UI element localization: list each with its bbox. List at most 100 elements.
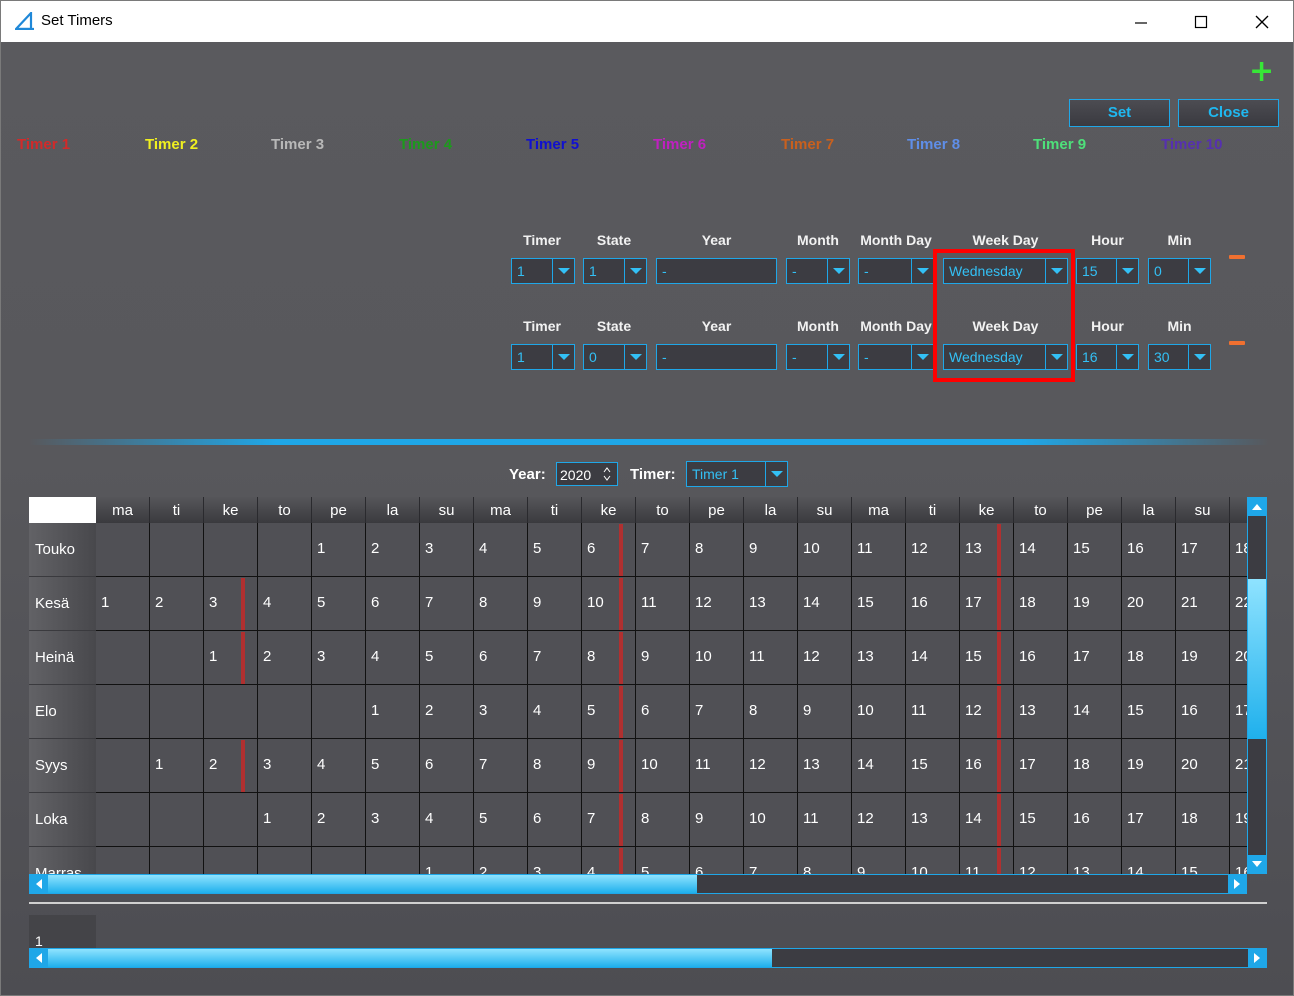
vertical-scroll-thumb[interactable] bbox=[1248, 579, 1266, 739]
horizontal-scroll-thumb[interactable] bbox=[48, 949, 772, 967]
calendar-day-cell[interactable]: 11 bbox=[690, 739, 744, 793]
calendar-day-cell[interactable]: 7 bbox=[528, 631, 582, 685]
calendar-day-cell[interactable]: 9 bbox=[798, 685, 852, 739]
calendar-day-cell[interactable]: 4 bbox=[420, 793, 474, 847]
calendar-day-cell[interactable]: 11 bbox=[798, 793, 852, 847]
calendar-day-cell[interactable] bbox=[312, 685, 366, 739]
calendar-day-cell[interactable]: 19 bbox=[1230, 793, 1247, 847]
calendar-day-cell[interactable]: 8 bbox=[690, 523, 744, 577]
calendar-day-cell[interactable]: 6 bbox=[528, 793, 582, 847]
calendar-day-cell[interactable]: 14 bbox=[960, 793, 1014, 847]
timer-label-7[interactable]: Timer 7 bbox=[781, 136, 834, 153]
scroll-up-arrow-icon[interactable] bbox=[1248, 498, 1266, 516]
calendar-day-cell[interactable] bbox=[150, 847, 204, 875]
calendar-day-cell[interactable]: 14 bbox=[1014, 523, 1068, 577]
row-1-month-select[interactable]: - bbox=[786, 258, 850, 284]
calendar-day-cell[interactable]: 2 bbox=[366, 523, 420, 577]
calendar-day-cell[interactable]: 3 bbox=[312, 631, 366, 685]
timer-label-4[interactable]: Timer 4 bbox=[399, 136, 452, 153]
calendar-day-cell[interactable]: 16 bbox=[1122, 523, 1176, 577]
calendar-day-cell[interactable]: 17 bbox=[1176, 523, 1230, 577]
calendar-day-cell[interactable]: 5 bbox=[420, 631, 474, 685]
calendar-horizontal-scrollbar[interactable] bbox=[29, 874, 1247, 894]
calendar-day-cell[interactable]: 3 bbox=[420, 523, 474, 577]
calendar-day-cell[interactable]: 8 bbox=[528, 739, 582, 793]
scroll-left-arrow-icon[interactable] bbox=[30, 949, 48, 967]
calendar-day-cell[interactable]: 3 bbox=[204, 577, 258, 631]
row-2-min-select[interactable]: 30 bbox=[1148, 344, 1211, 370]
calendar-day-cell[interactable]: 16 bbox=[1014, 631, 1068, 685]
calendar-day-cell[interactable]: 9 bbox=[690, 793, 744, 847]
calendar-day-cell[interactable]: 5 bbox=[366, 739, 420, 793]
calendar-day-cell[interactable]: 12 bbox=[1014, 847, 1068, 875]
calendar-day-cell[interactable]: 18 bbox=[1230, 523, 1247, 577]
calendar-day-cell[interactable]: 15 bbox=[852, 577, 906, 631]
calendar-day-cell[interactable]: 17 bbox=[960, 577, 1014, 631]
add-timer-row-button[interactable]: + bbox=[1249, 57, 1274, 87]
calendar-day-cell[interactable]: 11 bbox=[744, 631, 798, 685]
calendar-day-cell[interactable]: 18 bbox=[1068, 739, 1122, 793]
timer-label-6[interactable]: Timer 6 bbox=[653, 136, 706, 153]
calendar-day-cell[interactable]: 1 bbox=[366, 685, 420, 739]
calendar-day-cell[interactable]: 14 bbox=[1122, 847, 1176, 875]
calendar-day-cell[interactable]: 9 bbox=[852, 847, 906, 875]
calendar-day-cell[interactable]: 5 bbox=[636, 847, 690, 875]
row-1-year-field[interactable]: - bbox=[656, 258, 777, 284]
calendar-day-cell[interactable] bbox=[312, 847, 366, 875]
calendar-day-cell[interactable]: 2 bbox=[258, 631, 312, 685]
calendar-day-cell[interactable] bbox=[96, 523, 150, 577]
row-1-hour-select[interactable]: 15 bbox=[1076, 258, 1139, 284]
calendar-day-cell[interactable]: 17 bbox=[1230, 685, 1247, 739]
calendar-day-cell[interactable]: 15 bbox=[1176, 847, 1230, 875]
calendar-day-cell[interactable]: 4 bbox=[258, 577, 312, 631]
calendar-day-cell[interactable]: 16 bbox=[1068, 793, 1122, 847]
calendar-day-cell[interactable]: 6 bbox=[366, 577, 420, 631]
calendar-day-cell[interactable] bbox=[366, 847, 420, 875]
calendar-day-cell[interactable] bbox=[258, 523, 312, 577]
calendar-day-cell[interactable]: 1 bbox=[258, 793, 312, 847]
row-1-timer-select[interactable]: 1 bbox=[511, 258, 575, 284]
calendar-day-cell[interactable]: 2 bbox=[204, 739, 258, 793]
row-1-state-select[interactable]: 1 bbox=[583, 258, 647, 284]
calendar-day-cell[interactable]: 4 bbox=[528, 685, 582, 739]
calendar-day-cell[interactable]: 14 bbox=[852, 739, 906, 793]
calendar-day-cell[interactable]: 10 bbox=[906, 847, 960, 875]
calendar-day-cell[interactable]: 16 bbox=[960, 739, 1014, 793]
calendar-day-cell[interactable] bbox=[204, 685, 258, 739]
calendar-day-cell[interactable]: 19 bbox=[1176, 631, 1230, 685]
calendar-day-cell[interactable]: 1 bbox=[150, 739, 204, 793]
calendar-day-cell[interactable]: 1 bbox=[204, 631, 258, 685]
timer-label-3[interactable]: Timer 3 bbox=[271, 136, 324, 153]
calendar-day-cell[interactable]: 6 bbox=[690, 847, 744, 875]
calendar-day-cell[interactable]: 9 bbox=[744, 523, 798, 577]
calendar-day-cell[interactable]: 22 bbox=[1230, 577, 1247, 631]
calendar-day-cell[interactable]: 20 bbox=[1176, 739, 1230, 793]
calendar-day-cell[interactable]: 12 bbox=[798, 631, 852, 685]
calendar-day-cell[interactable]: 11 bbox=[906, 685, 960, 739]
scroll-left-arrow-icon[interactable] bbox=[30, 875, 48, 893]
calendar-day-cell[interactable]: 18 bbox=[1122, 631, 1176, 685]
scroll-down-arrow-icon[interactable] bbox=[1248, 855, 1266, 873]
calendar-day-cell[interactable]: 2 bbox=[150, 577, 204, 631]
calendar-day-cell[interactable] bbox=[96, 685, 150, 739]
row-2-hour-select[interactable]: 16 bbox=[1076, 344, 1139, 370]
calendar-day-cell[interactable]: 6 bbox=[636, 685, 690, 739]
calendar-day-cell[interactable]: 10 bbox=[798, 523, 852, 577]
calendar-day-cell[interactable]: 11 bbox=[960, 847, 1014, 875]
calendar-day-cell[interactable]: 12 bbox=[690, 577, 744, 631]
calendar-day-cell[interactable]: 21 bbox=[1230, 739, 1247, 793]
calendar-day-cell[interactable]: 15 bbox=[1014, 793, 1068, 847]
calendar-day-cell[interactable]: 3 bbox=[258, 739, 312, 793]
calendar-day-cell[interactable]: 8 bbox=[582, 631, 636, 685]
calendar-day-cell[interactable]: 10 bbox=[852, 685, 906, 739]
calendar-day-cell[interactable]: 10 bbox=[744, 793, 798, 847]
year-spinbox[interactable]: 2020 bbox=[556, 462, 618, 486]
calendar-day-cell[interactable] bbox=[204, 793, 258, 847]
calendar-day-cell[interactable]: 16 bbox=[1176, 685, 1230, 739]
calendar-day-cell[interactable]: 21 bbox=[1176, 577, 1230, 631]
calendar-day-cell[interactable]: 13 bbox=[1014, 685, 1068, 739]
calendar-day-cell[interactable]: 6 bbox=[420, 739, 474, 793]
calendar-day-cell[interactable]: 12 bbox=[960, 685, 1014, 739]
calendar-day-cell[interactable]: 13 bbox=[906, 793, 960, 847]
remove-row-1-button[interactable] bbox=[1229, 255, 1245, 259]
